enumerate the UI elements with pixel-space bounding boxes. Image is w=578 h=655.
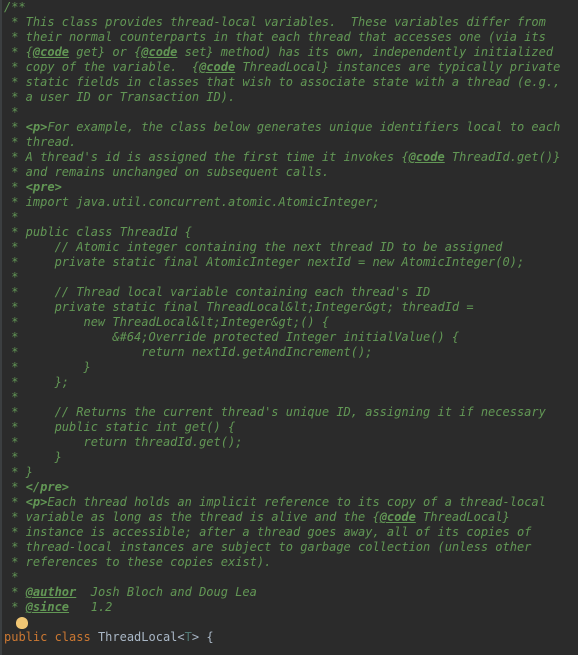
doc-line: * </pre> xyxy=(4,480,578,495)
javadoc-author-tag: @author xyxy=(26,585,77,599)
doc-line: * A thread's id is assigned the first ti… xyxy=(4,150,578,165)
doc-line: * private static final AtomicInteger nex… xyxy=(4,255,578,270)
lightbulb-icon[interactable] xyxy=(16,617,28,629)
doc-line: * {@code get} or {@code set} method) has… xyxy=(4,45,578,60)
doc-line: * <p>For example, the class below genera… xyxy=(4,120,578,135)
html-p-tag: <p> xyxy=(26,120,48,134)
type-parameter: T xyxy=(185,630,192,644)
doc-line: * public class ThreadId { xyxy=(4,225,578,240)
javadoc-code-tag: @code xyxy=(409,150,445,164)
doc-line: * This class provides thread-local varia… xyxy=(4,15,578,30)
doc-line: * and remains unchanged on subsequent ca… xyxy=(4,165,578,180)
doc-line: * copy of the variable. {@code ThreadLoc… xyxy=(4,60,578,75)
doc-line: * &#64;Override protected Integer initia… xyxy=(4,330,578,345)
doc-line: * // Atomic integer containing the next … xyxy=(4,240,578,255)
class-name: ThreadLocal xyxy=(98,630,177,644)
doc-line: * thread-local instances are subject to … xyxy=(4,540,578,555)
doc-line: * // Thread local variable containing ea… xyxy=(4,285,578,300)
class-declaration: public class ThreadLocal<T> { xyxy=(4,630,578,645)
doc-line: * } xyxy=(4,360,578,375)
doc-line: * variable as long as the thread is aliv… xyxy=(4,510,578,525)
doc-line: * a user ID or Transaction ID). xyxy=(4,90,578,105)
doc-line: * private static final ThreadLocal&lt;In… xyxy=(4,300,578,315)
doc-line: * instance is accessible; after a thread… xyxy=(4,525,578,540)
doc-line: * xyxy=(4,210,578,225)
javadoc-code-tag: @code xyxy=(33,45,69,59)
doc-line: * }; xyxy=(4,375,578,390)
doc-line: * xyxy=(4,390,578,405)
doc-line: * // Returns the current thread's unique… xyxy=(4,405,578,420)
doc-line: * @since 1.2 xyxy=(4,600,578,615)
doc-line: * xyxy=(4,105,578,120)
doc-line: * return nextId.getAndIncrement(); xyxy=(4,345,578,360)
doc-line: * new ThreadLocal&lt;Integer&gt;() { xyxy=(4,315,578,330)
doc-line: * references to these copies exist). xyxy=(4,555,578,570)
doc-line: * import java.util.concurrent.atomic.Ato… xyxy=(4,195,578,210)
html-p-tag: <p> xyxy=(26,495,48,509)
javadoc-since-tag: @since xyxy=(26,600,69,614)
javadoc-code-tag: @code xyxy=(141,45,177,59)
doc-line: * } xyxy=(4,450,578,465)
keyword-class: class xyxy=(55,630,98,644)
intention-bulb-line xyxy=(4,615,578,630)
javadoc-block: /** * This class provides thread-local v… xyxy=(4,0,578,615)
doc-line: * <p>Each thread holds an implicit refer… xyxy=(4,495,578,510)
doc-line: * public static int get() { xyxy=(4,420,578,435)
javadoc-code-tag: @code xyxy=(380,510,416,524)
javadoc-code-tag: @code xyxy=(199,60,235,74)
doc-line: * } xyxy=(4,465,578,480)
doc-line: * xyxy=(4,270,578,285)
html-pre-close-tag: </pre> xyxy=(26,480,69,494)
doc-line: * thread. xyxy=(4,135,578,150)
doc-line: * return threadId.get(); xyxy=(4,435,578,450)
doc-line: * their normal counterparts in that each… xyxy=(4,30,578,45)
doc-line: * static fields in classes that wish to … xyxy=(4,75,578,90)
doc-line: * <pre> xyxy=(4,180,578,195)
doc-line: /** xyxy=(4,0,578,15)
doc-line: * xyxy=(4,570,578,585)
keyword-public: public xyxy=(4,630,55,644)
html-pre-tag: <pre> xyxy=(26,180,62,194)
doc-line: * @author Josh Bloch and Doug Lea xyxy=(4,585,578,600)
